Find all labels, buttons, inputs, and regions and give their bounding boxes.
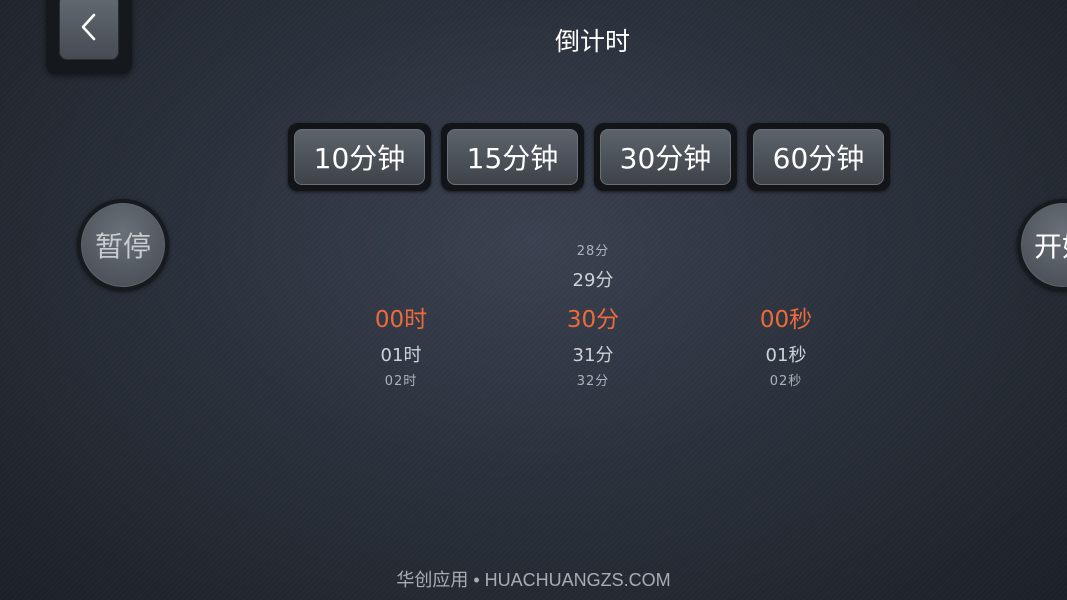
minutes-option[interactable]: 31分	[513, 341, 673, 367]
watermark: 华创应用 • HUACHUANGZS.COM	[396, 570, 671, 590]
preset-30min-button[interactable]: 30分钟	[600, 129, 731, 185]
pause-button-frame: 暂停	[77, 199, 169, 291]
start-button[interactable]: 开始	[1021, 203, 1067, 287]
minutes-option[interactable]: 28分	[513, 240, 673, 259]
hours-selected[interactable]: 00时	[321, 300, 481, 334]
preset-frame: 60分钟	[747, 123, 890, 191]
pause-button[interactable]: 暂停	[81, 203, 165, 287]
seconds-selected[interactable]: 00秒	[706, 300, 866, 334]
hours-option[interactable]: 01时	[321, 341, 481, 367]
seconds-option[interactable]: 01秒	[706, 341, 866, 367]
minutes-selected[interactable]: 30分	[513, 300, 673, 334]
minutes-option[interactable]: 29分	[513, 266, 673, 292]
preset-10min-button[interactable]: 10分钟	[294, 129, 425, 185]
start-button-frame: 开始	[1017, 199, 1067, 291]
preset-bar: 10分钟 15分钟 30分钟 60分钟	[288, 123, 890, 191]
preset-frame: 30分钟	[594, 123, 737, 191]
minutes-option[interactable]: 32分	[513, 370, 673, 389]
seconds-option[interactable]: 02秒	[706, 370, 866, 389]
hours-option[interactable]: 02时	[321, 370, 481, 389]
preset-frame: 10分钟	[288, 123, 431, 191]
page-title: 倒计时	[554, 27, 630, 56]
preset-frame: 15分钟	[441, 123, 584, 191]
preset-60min-button[interactable]: 60分钟	[753, 129, 884, 185]
preset-15min-button[interactable]: 15分钟	[447, 129, 578, 185]
